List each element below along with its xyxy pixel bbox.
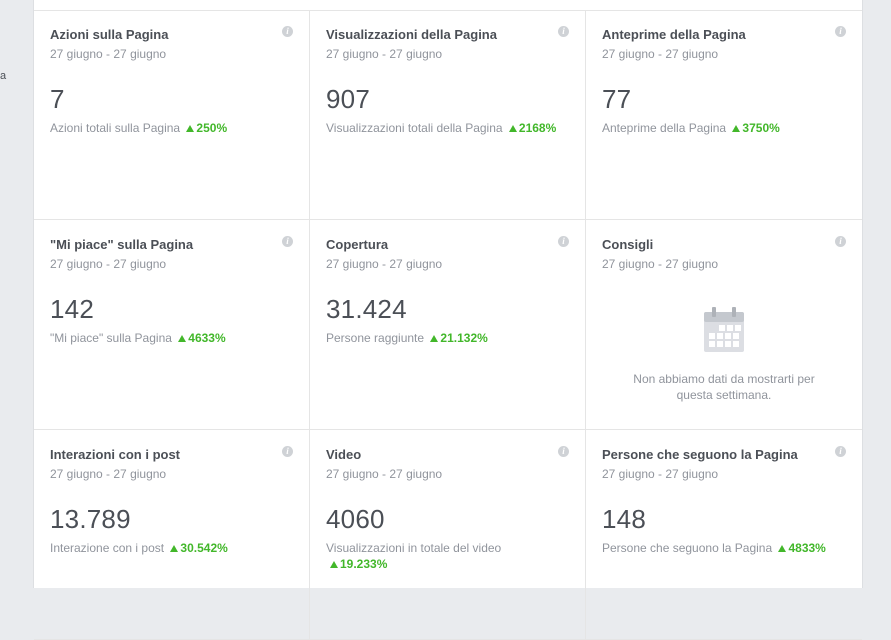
card-reach: Copertura 27 giugno - 27 giugno 31.424 P… (310, 220, 586, 430)
card-change: 19.233% (326, 557, 387, 571)
triangle-up-icon (508, 125, 517, 132)
card-subtitle: Persone raggiunte (326, 331, 425, 345)
empty-state-message-line: questa settimana. (676, 388, 772, 402)
card-date-range: 27 giugno - 27 giugno (50, 467, 167, 481)
card-change: 2168% (506, 121, 556, 135)
card-change-value: 4633% (188, 331, 226, 345)
info-icon[interactable]: i (558, 446, 569, 457)
card-date-range: 27 giugno - 27 giugno (50, 257, 167, 271)
card-page-actions: Azioni sulla Pagina 27 giugno - 27 giugn… (34, 10, 310, 220)
card-title: Azioni sulla Pagina (50, 27, 169, 42)
card-page-views: Visualizzazioni della Pagina 27 giugno -… (310, 10, 586, 220)
card-change: 4833% (775, 541, 826, 555)
card-value: 13.789 (50, 504, 131, 534)
background-text-fragment: a (0, 70, 7, 82)
card-value: 4060 (326, 504, 385, 534)
info-icon[interactable]: i (282, 236, 293, 247)
card-subtitle: Visualizzazioni totali della Pagina (326, 121, 503, 135)
card-subtitle-row: Persone raggiunte 21.132% (326, 330, 569, 346)
card-value: 907 (326, 84, 370, 114)
card-subtitle: Anteprime della Pagina (602, 121, 727, 135)
triangle-up-icon (186, 125, 195, 132)
info-icon[interactable]: i (282, 26, 293, 37)
card-change: 3750% (729, 121, 780, 135)
card-change: 21.132% (427, 331, 488, 345)
card-change-value: 4833% (788, 541, 826, 555)
card-title: "Mi piace" sulla Pagina (50, 237, 194, 252)
card-date-range: 27 giugno - 27 giugno (602, 257, 719, 271)
card-subtitle: Interazione con i post (50, 541, 165, 555)
card-subtitle-row: Persone che seguono la Pagina 4833% (602, 540, 846, 556)
card-date-range: 27 giugno - 27 giugno (326, 47, 443, 61)
card-value: 7 (50, 84, 65, 114)
card-change-value: 21.132% (440, 331, 488, 345)
triangle-up-icon (178, 335, 187, 342)
info-icon[interactable]: i (558, 26, 569, 37)
info-icon[interactable]: i (835, 236, 846, 247)
card-change: 30.542% (167, 541, 228, 555)
card-date-range: 27 giugno - 27 giugno (602, 467, 719, 481)
card-page-followers: Persone che seguono la Pagina 27 giugno … (586, 430, 862, 640)
card-title: Persone che seguono la Pagina (602, 447, 798, 462)
card-page-likes: "Mi piace" sulla Pagina 27 giugno - 27 g… (34, 220, 310, 430)
empty-state-message-line: Non abbiamo dati da mostrarti per (633, 372, 815, 386)
card-subtitle: Azioni totali sulla Pagina (50, 121, 181, 135)
card-title: Video (326, 447, 362, 462)
card-title: Visualizzazioni della Pagina (326, 27, 497, 42)
triangle-up-icon (732, 125, 741, 132)
card-title: Interazioni con i post (50, 447, 181, 462)
card-value: 142 (50, 294, 94, 324)
card-change-value: 3750% (742, 121, 780, 135)
card-date-range: 27 giugno - 27 giugno (50, 47, 167, 61)
card-date-range: 27 giugno - 27 giugno (326, 257, 443, 271)
card-date-range: 27 giugno - 27 giugno (602, 47, 719, 61)
insights-panel: Azioni sulla Pagina 27 giugno - 27 giugn… (33, 0, 863, 640)
card-value: 77 (602, 84, 632, 114)
card-title: Consigli (602, 237, 654, 252)
info-icon[interactable]: i (835, 446, 846, 457)
card-title: Anteprime della Pagina (602, 27, 746, 42)
info-icon[interactable]: i (835, 26, 846, 37)
card-page-previews: Anteprime della Pagina 27 giugno - 27 gi… (586, 10, 862, 220)
card-change-value: 2168% (518, 121, 557, 135)
card-value: 31.424 (326, 294, 407, 324)
triangle-up-icon (170, 545, 179, 552)
empty-state: Non abbiamo dati da mostrarti per questa… (602, 307, 846, 403)
card-post-engagement: Interazioni con i post 27 giugno - 27 gi… (34, 430, 310, 640)
empty-state-message: Non abbiamo dati da mostrarti per questa… (602, 371, 846, 403)
triangle-up-icon (778, 545, 787, 552)
card-subtitle-row: Visualizzazioni in totale del video 19.2… (326, 540, 569, 572)
card-video: Video 27 giugno - 27 giugno 4060 Visuali… (310, 430, 586, 640)
card-subtitle: "Mi piace" sulla Pagina (50, 331, 172, 345)
card-subtitle-row: "Mi piace" sulla Pagina 4633% (50, 330, 293, 346)
card-change: 4633% (175, 331, 226, 345)
card-value: 148 (602, 504, 646, 534)
insights-card-grid: Azioni sulla Pagina 27 giugno - 27 giugn… (34, 10, 862, 640)
card-subtitle: Visualizzazioni in totale del video (326, 541, 502, 555)
card-recommendations: Consigli 27 giugno - 27 giugno Non abbia… (586, 220, 862, 430)
card-subtitle-row: Anteprime della Pagina 3750% (602, 120, 846, 136)
card-subtitle-row: Azioni totali sulla Pagina 250% (50, 120, 293, 136)
triangle-up-icon (430, 335, 439, 342)
info-icon[interactable]: i (282, 446, 293, 457)
card-change: 250% (183, 121, 227, 135)
card-change-value: 30.542% (180, 541, 228, 555)
card-change-value: 250% (196, 121, 228, 135)
card-subtitle-row: Visualizzazioni totali della Pagina 2168… (326, 120, 569, 136)
card-subtitle-row: Interazione con i post 30.542% (50, 540, 293, 556)
info-icon[interactable]: i (558, 236, 569, 247)
calendar-icon (704, 307, 744, 352)
card-change-value: 19.233% (340, 557, 388, 571)
card-date-range: 27 giugno - 27 giugno (326, 467, 443, 481)
triangle-up-icon (330, 561, 338, 568)
card-title: Copertura (326, 237, 389, 252)
card-subtitle: Persone che seguono la Pagina (602, 541, 773, 555)
